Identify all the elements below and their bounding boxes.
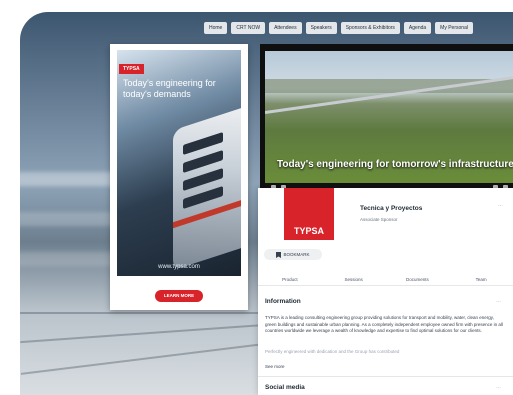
background-track [20, 341, 280, 375]
exhibitor-panel: TYPSA Tecnica y Proyectos Associate Spon… [258, 188, 513, 395]
background-track [20, 322, 280, 344]
bookmark-icon [276, 251, 282, 258]
top-navigation: Home CRT NOW Attendees Speakers Sponsors… [204, 22, 473, 34]
information-text: TYPSA is a leading consulting engineerin… [265, 315, 503, 334]
nav-home[interactable]: Home [204, 22, 228, 34]
company-logo-text: TYPSA [293, 226, 324, 236]
information-more-icon[interactable]: … [496, 298, 501, 304]
video-frame: Today's engineering for tomorrow's infra… [265, 51, 513, 183]
background-track [20, 312, 280, 314]
ad-banner[interactable]: TYPSA Today's engineering for today's de… [110, 44, 248, 310]
more-options-icon[interactable]: … [498, 202, 503, 208]
tab-product[interactable]: Product [258, 274, 322, 285]
nav-my-personal[interactable]: My Personal [435, 22, 473, 34]
information-title: Information [265, 298, 301, 305]
exhibitor-tabs: Product Sessions Documents Team [258, 274, 513, 286]
tab-documents[interactable]: Documents [386, 274, 450, 285]
ad-logo: TYPSA [119, 64, 144, 74]
nav-attendees[interactable]: Attendees [269, 22, 302, 34]
information-text-faded: Perfectly engineered with dedication and… [265, 349, 400, 354]
video-player[interactable]: Today's engineering for tomorrow's infra… [260, 44, 513, 192]
company-subtitle: Associate Sponsor [360, 217, 398, 222]
tab-team[interactable]: Team [449, 274, 513, 285]
social-media-more-icon[interactable]: … [496, 384, 501, 390]
learn-more-button[interactable]: LEARN MORE [155, 290, 203, 302]
company-name: Tecnica y Proyectos [360, 205, 423, 212]
ad-url: www.typsa.com [158, 264, 200, 270]
nav-crt-now[interactable]: CRT NOW [231, 22, 266, 34]
bookmark-label: BOOKMARK [283, 252, 310, 257]
ad-tagline: Today's engineering for today's demands [123, 78, 216, 99]
company-logo: TYPSA [284, 188, 334, 240]
tab-sessions[interactable]: Sessions [322, 274, 386, 285]
video-caption: Today's engineering for tomorrow's infra… [277, 159, 513, 170]
ad-image: TYPSA Today's engineering for today's de… [117, 50, 241, 276]
nav-agenda[interactable]: Agenda [403, 22, 432, 34]
train-illustration [173, 97, 241, 271]
nav-speakers[interactable]: Speakers [305, 22, 337, 34]
see-more-link[interactable]: See more [265, 364, 285, 369]
bookmark-button[interactable]: BOOKMARK [264, 249, 322, 260]
section-divider [258, 376, 513, 377]
social-media-title: Social media [265, 384, 305, 391]
nav-sponsors-exhibitors[interactable]: Sponsors & Exhibitors [340, 22, 400, 34]
